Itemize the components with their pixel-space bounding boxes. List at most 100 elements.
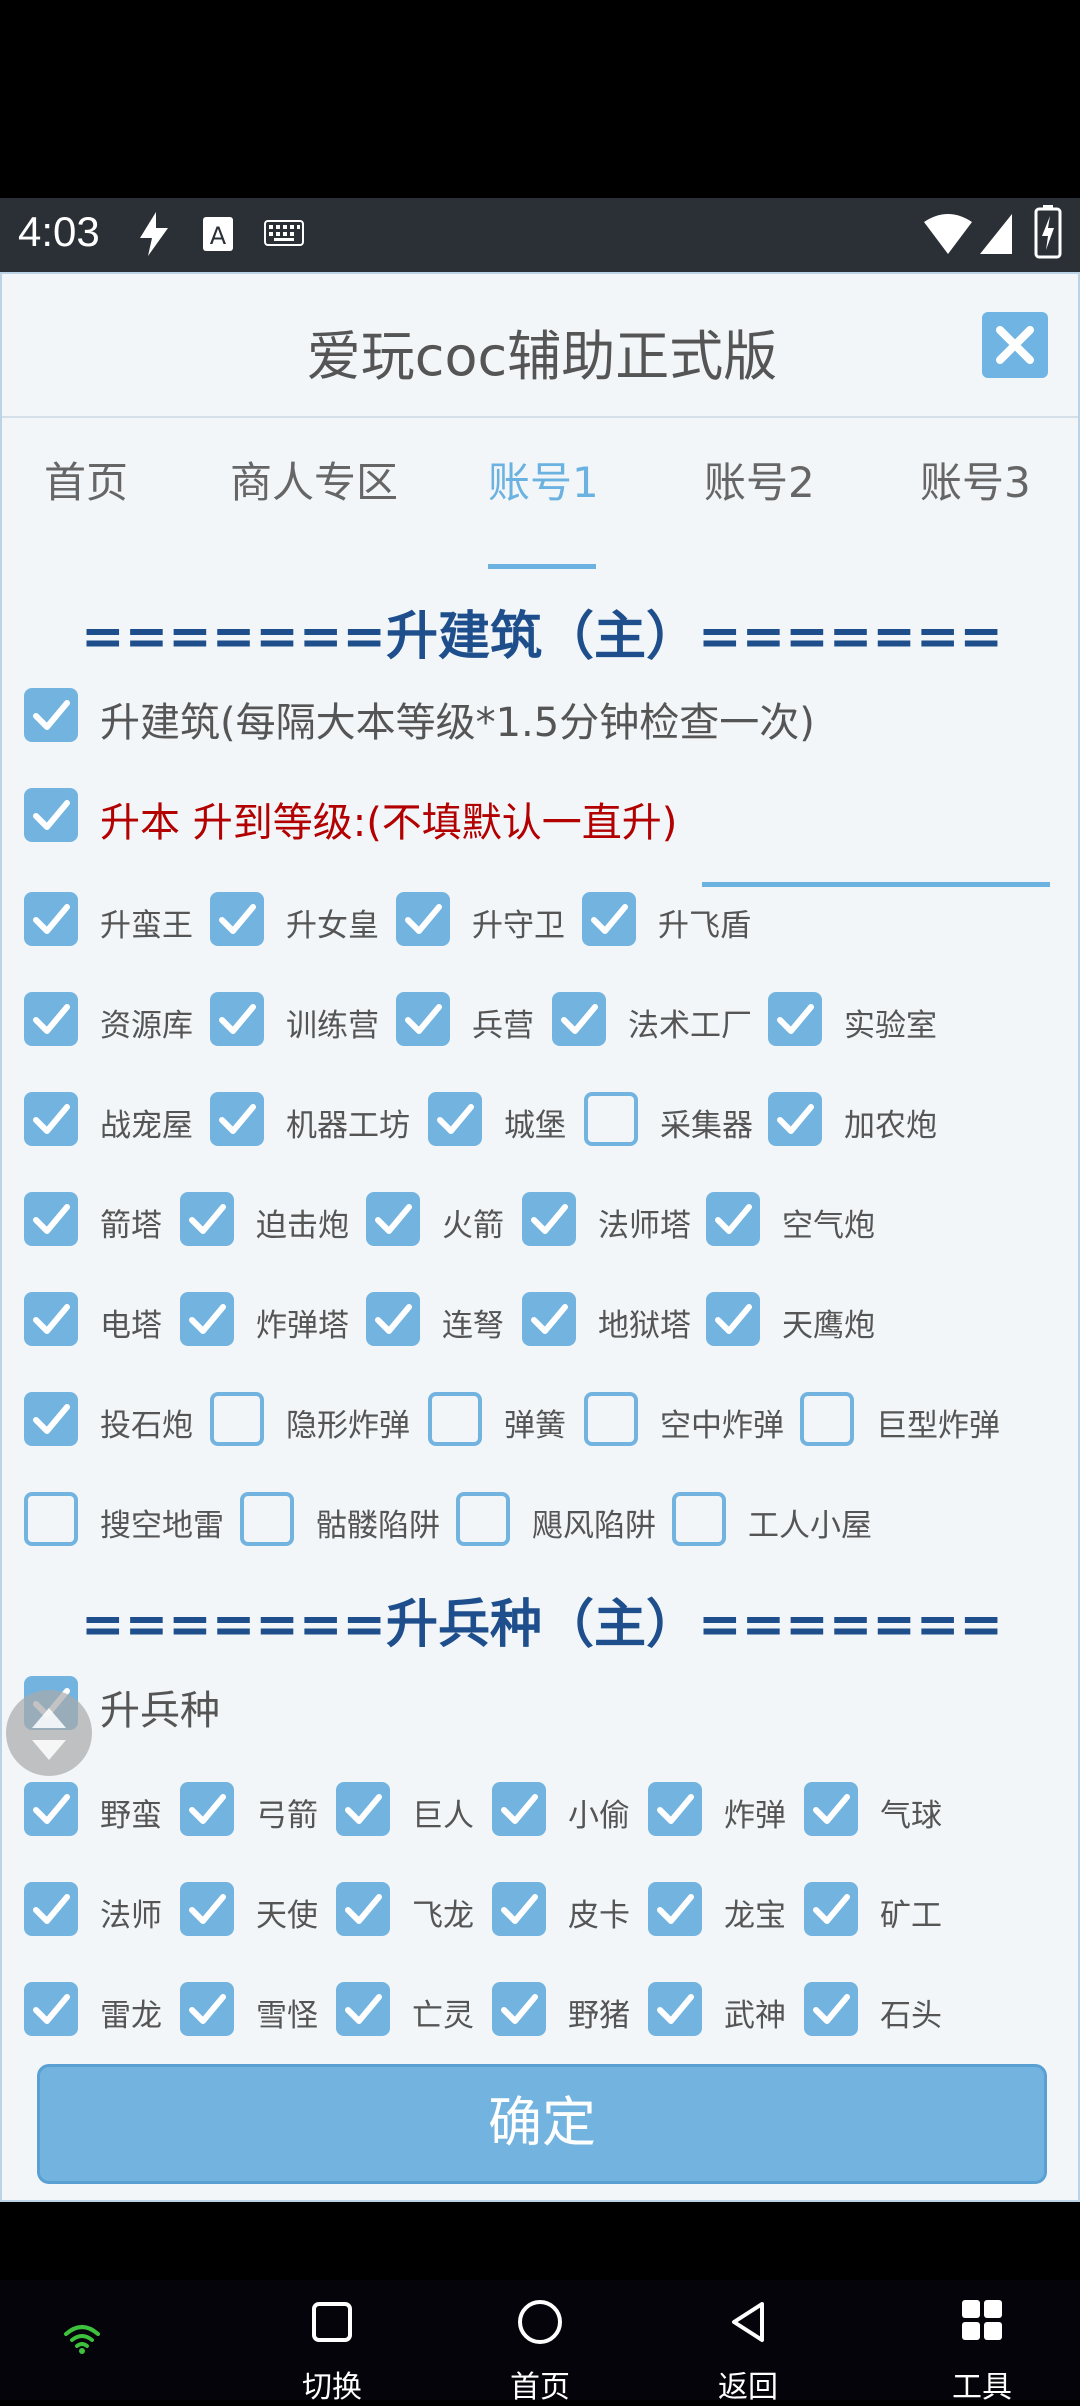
battery-charging-icon [1034, 204, 1062, 264]
option-checkbox[interactable] [24, 1392, 78, 1446]
option-label: 气球 [880, 1798, 942, 1834]
option-label: 机器工坊 [286, 1108, 410, 1144]
option-checkbox[interactable] [210, 992, 264, 1046]
option-label: 资源库 [100, 1008, 193, 1044]
main-dialog: 爱玩coc辅助正式版 首页 商人专区 账号1 账号2 账号3 =======升建… [0, 272, 1080, 2202]
option-checkbox[interactable] [366, 1292, 420, 1346]
option-label: 法师 [100, 1898, 162, 1934]
tab-home[interactable]: 首页 [44, 449, 128, 510]
nav-switch-label: 切换 [302, 2370, 362, 2405]
signal-icon [978, 212, 1014, 260]
option-label: 弓箭 [256, 1798, 318, 1834]
tab-account-2[interactable]: 账号2 [704, 449, 815, 510]
option-checkbox[interactable] [804, 1982, 858, 2036]
floating-ball[interactable] [6, 1690, 92, 1776]
option-checkbox[interactable] [336, 1882, 390, 1936]
option-label: 战宠屋 [100, 1108, 193, 1144]
option-label: 搜空地雷 [100, 1508, 224, 1544]
nav-switch[interactable]: 切换 [272, 2280, 392, 2405]
option-checkbox[interactable] [552, 992, 606, 1046]
wifi-icon [922, 212, 974, 260]
status-bar: 4:03 A [0, 198, 1080, 272]
option-checkbox[interactable] [648, 1882, 702, 1936]
option-checkbox[interactable] [648, 1782, 702, 1836]
option-checkbox[interactable] [648, 1982, 702, 2036]
option-label: 法师塔 [598, 1208, 691, 1244]
option-checkbox[interactable] [804, 1882, 858, 1936]
option-checkbox[interactable] [210, 1392, 264, 1446]
option-checkbox[interactable] [492, 1982, 546, 2036]
option-label: 炸弹塔 [256, 1308, 349, 1344]
confirm-button[interactable]: 确定 [37, 2064, 1047, 2184]
option-checkbox[interactable] [522, 1292, 576, 1346]
option-label: 皮卡 [568, 1898, 630, 1934]
option-checkbox[interactable] [366, 1192, 420, 1246]
option-checkbox[interactable] [24, 1882, 78, 1936]
option-label: 巨人 [412, 1798, 474, 1834]
svg-text:A: A [210, 222, 227, 250]
option-checkbox[interactable] [706, 1192, 760, 1246]
upgrade-townhall-checkbox[interactable] [24, 788, 78, 842]
option-checkbox[interactable] [428, 1392, 482, 1446]
option-label: 炸弹 [724, 1798, 786, 1834]
upgrade-building-label: 升建筑(每隔大本等级*1.5分钟检查一次) [100, 700, 815, 746]
option-checkbox[interactable] [180, 1292, 234, 1346]
option-checkbox[interactable] [768, 1092, 822, 1146]
option-label: 法术工厂 [628, 1008, 752, 1044]
upgrade-troops-label: 升兵种 [100, 1688, 220, 1734]
option-checkbox[interactable] [396, 992, 450, 1046]
townhall-level-input[interactable] [702, 834, 1050, 887]
option-checkbox[interactable] [492, 1882, 546, 1936]
option-checkbox[interactable] [180, 1882, 234, 1936]
back-triangle-icon [732, 2302, 764, 2342]
nav-back[interactable]: 返回 [688, 2280, 808, 2405]
tab-account-1[interactable]: 账号1 [488, 449, 599, 510]
close-button[interactable] [982, 312, 1048, 378]
option-label: 雪怪 [256, 1998, 318, 2034]
option-checkbox[interactable] [522, 1192, 576, 1246]
troops-section-header: =======升兵种（主）======= [81, 1595, 1003, 1655]
option-label: 空气炮 [782, 1208, 875, 1244]
option-checkbox[interactable] [24, 1492, 78, 1546]
option-checkbox[interactable] [336, 1782, 390, 1836]
option-label: 训练营 [286, 1008, 379, 1044]
option-checkbox[interactable] [804, 1782, 858, 1836]
option-checkbox[interactable] [24, 892, 78, 946]
option-checkbox[interactable] [582, 892, 636, 946]
option-checkbox[interactable] [180, 1192, 234, 1246]
floating-arrows-icon [32, 1708, 66, 1760]
option-label: 龙宝 [724, 1898, 786, 1934]
tab-account-3[interactable]: 账号3 [920, 449, 1031, 510]
option-checkbox[interactable] [24, 992, 78, 1046]
option-checkbox[interactable] [672, 1492, 726, 1546]
option-checkbox[interactable] [706, 1292, 760, 1346]
option-checkbox[interactable] [24, 1982, 78, 2036]
option-checkbox[interactable] [240, 1492, 294, 1546]
option-checkbox[interactable] [24, 1192, 78, 1246]
option-checkbox[interactable] [800, 1392, 854, 1446]
nav-tools-label: 工具 [952, 2370, 1012, 2405]
option-checkbox[interactable] [768, 992, 822, 1046]
upgrade-building-checkbox[interactable] [24, 688, 78, 742]
option-checkbox[interactable] [492, 1782, 546, 1836]
option-checkbox[interactable] [180, 1782, 234, 1836]
option-checkbox[interactable] [336, 1982, 390, 2036]
option-checkbox[interactable] [584, 1092, 638, 1146]
nav-home[interactable]: 首页 [480, 2280, 600, 2405]
option-checkbox[interactable] [396, 892, 450, 946]
option-checkbox[interactable] [24, 1782, 78, 1836]
option-checkbox[interactable] [456, 1492, 510, 1546]
option-checkbox[interactable] [210, 1092, 264, 1146]
tab-merchant[interactable]: 商人专区 [230, 449, 398, 510]
option-checkbox[interactable] [24, 1092, 78, 1146]
tab-bar: 首页 商人专区 账号1 账号2 账号3 [2, 449, 1078, 559]
option-checkbox[interactable] [428, 1092, 482, 1146]
option-label: 弹簧 [504, 1408, 566, 1444]
option-checkbox[interactable] [24, 1292, 78, 1346]
nav-tools[interactable]: 工具 [922, 2280, 1042, 2405]
option-label: 骷髅陷阱 [316, 1508, 440, 1544]
option-checkbox[interactable] [584, 1392, 638, 1446]
option-checkbox[interactable] [180, 1982, 234, 2036]
option-checkbox[interactable] [210, 892, 264, 946]
circle-icon [518, 2300, 562, 2344]
